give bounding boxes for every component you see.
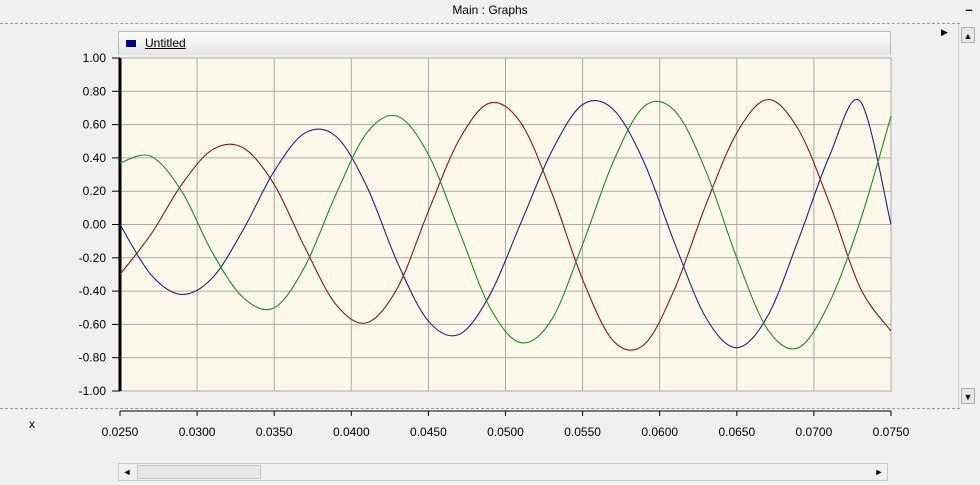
y-tick-label: 0.00: [83, 218, 107, 232]
x-axis-label: x: [29, 417, 35, 431]
panel-bottom-border: [0, 408, 960, 409]
y-tick-label: -0.20: [79, 251, 107, 265]
x-tick-label: 0.0400: [333, 425, 370, 439]
x-tick-label: 0.0350: [256, 425, 293, 439]
y-tick-label: 0.60: [83, 118, 107, 132]
x-tick-label: 0.0300: [179, 425, 216, 439]
scroll-right-button[interactable]: ►: [871, 464, 887, 480]
scroll-thumb[interactable]: [137, 465, 261, 479]
graph-area[interactable]: 0.0250 0.0300 0.0350 0.0400 0.0450 0.0500 0.05…: [0, 0, 980, 485]
y-tick-label: -1.00: [79, 384, 107, 398]
y-tick-label: -0.80: [79, 351, 107, 365]
y-tick-label: 0.80: [83, 84, 107, 98]
scroll-left-button[interactable]: ◄: [119, 464, 135, 480]
horizontal-scrollbar[interactable]: ◄ ►: [118, 463, 888, 481]
x-tick-label: 0.0250: [102, 425, 139, 439]
x-tick-label: 0.0700: [796, 425, 833, 439]
x-tick-label: 0.0600: [641, 425, 678, 439]
x-tick-label: 0.0450: [410, 425, 447, 439]
y-tick-label: 0.40: [83, 151, 107, 165]
x-tick-label: 0.0750: [873, 425, 910, 439]
x-tick-label: 0.0650: [718, 425, 755, 439]
y-tick-label: 0.20: [83, 184, 107, 198]
x-tick-label: 0.0500: [487, 425, 524, 439]
y-tick-label: -0.40: [79, 284, 107, 298]
x-tick-label: 0.0550: [564, 425, 601, 439]
y-tick-label: -0.60: [79, 317, 107, 331]
y-tick-label: 1.00: [83, 51, 107, 65]
